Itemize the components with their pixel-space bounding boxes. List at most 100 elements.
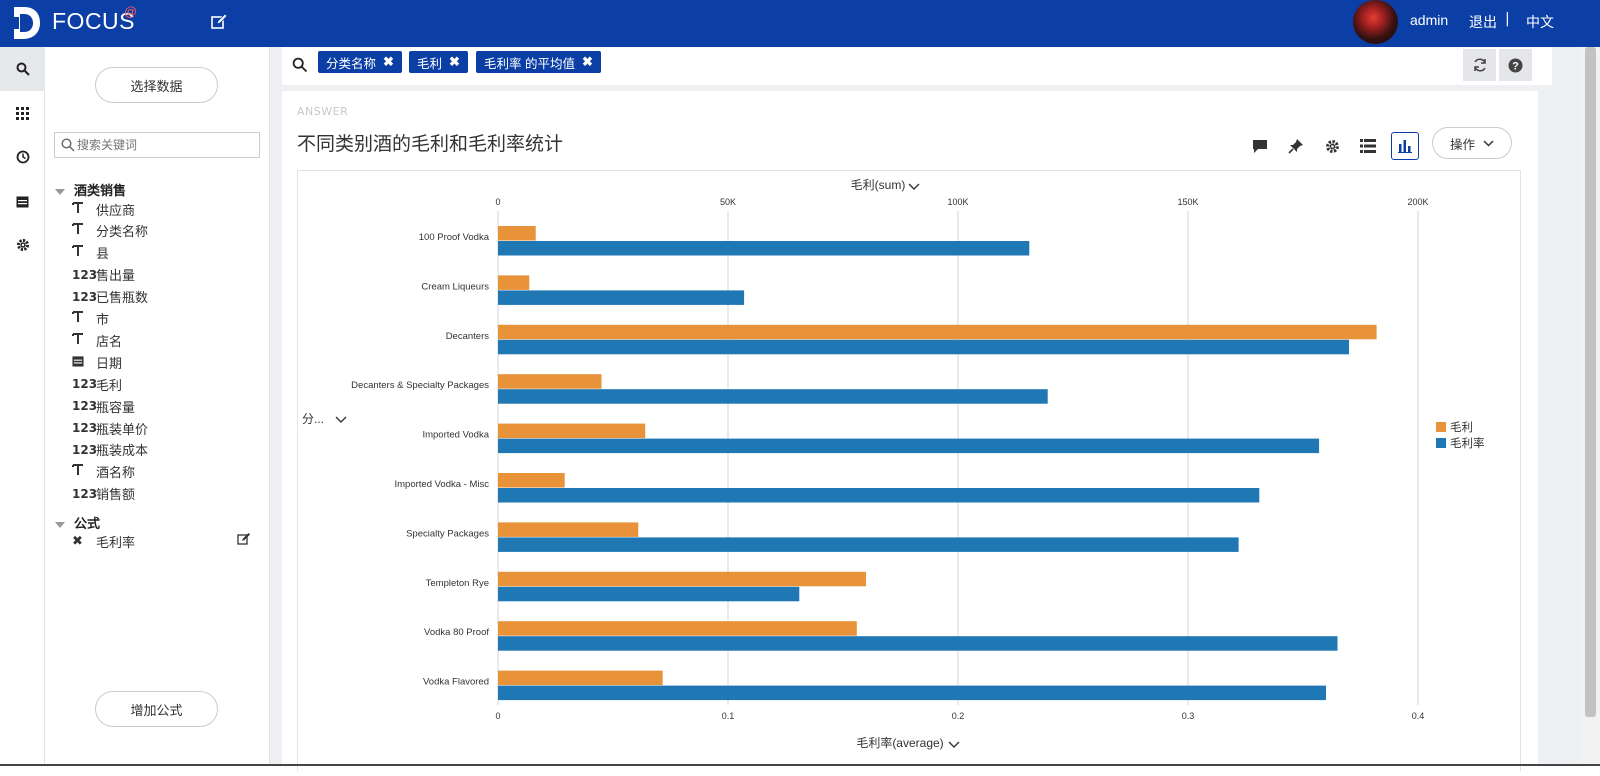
answer-card: ANSWER 不同类别酒的毛利和毛利率统计 操作 0 50K 100K 150K 200… [282,91,1538,771]
table-view-button[interactable] [1355,133,1381,159]
scrollbar-thumb[interactable] [1585,47,1596,717]
category-label: Decanters & Specialty Packages [351,380,489,391]
text-type-icon [72,332,96,348]
edit-icon[interactable] [237,532,251,546]
answer-label: ANSWER [297,105,349,118]
nav-apps[interactable] [0,91,45,135]
query-chip-category[interactable]: 分类名称 ✖ [318,51,402,73]
sidebar-field-item[interactable]: 分类名称 [72,221,148,241]
add-formula-button[interactable]: 增加公式 [95,691,218,727]
calendar-icon [72,355,96,370]
pin-button[interactable] [1283,133,1309,159]
table-group-header[interactable]: 酒类销售 [55,180,126,199]
chevron-down-icon [948,741,960,748]
table-name: 酒类销售 [74,184,127,199]
select-data-button[interactable]: 选择数据 [95,67,218,103]
sidebar-field-item[interactable]: 123 瓶容量 [72,396,135,416]
field-label: 售出量 [96,269,136,285]
operations-dropdown[interactable]: 操作 [1432,127,1512,159]
chip-close-icon[interactable]: ✖ [582,54,593,70]
bottom-axis-tick-label: 0.1 [722,711,735,721]
formula-item[interactable]: ✖ 毛利率 [72,531,135,551]
nav-settings[interactable] [0,223,45,267]
data-sidebar: 选择数据 酒类销售 供应商分类名称县123售出量123已售瓶数市店名日期123毛… [45,47,270,766]
sidebar-field-item[interactable]: 123 瓶装成本 [72,440,148,460]
field-label: 瓶装单价 [96,422,149,438]
legend-swatch [1436,422,1446,432]
focus-logo-icon[interactable] [10,5,42,41]
query-chip-margin-avg[interactable]: 毛利率 的平均值 ✖ [476,51,601,73]
bar-profit [498,522,639,537]
help-icon: ? [1508,58,1523,72]
field-search[interactable] [54,132,260,158]
sidebar-field-item[interactable]: 县 [72,243,109,263]
sidebar-field-item[interactable]: 日期 [72,352,122,372]
sidebar-field-item[interactable]: 123 瓶装单价 [72,418,148,438]
chart-container: 0 50K 100K 150K 200K 0 0.1 0.2 0.3 0.4 100 Proof V… [297,170,1521,771]
bottom-axis-tick-label: 0.3 [1182,711,1195,721]
bar-chart-icon [1398,140,1412,153]
chart-settings-button[interactable] [1319,133,1345,159]
query-chip-profit[interactable]: 毛利 ✖ [409,51,468,73]
chip-close-icon[interactable]: ✖ [383,54,394,70]
category-label: 100 Proof Vodka [419,232,490,243]
user-avatar[interactable] [1353,0,1398,44]
logout-link[interactable]: 退出 [1469,12,1497,32]
bar-profit [498,275,530,290]
sidebar-field-item[interactable]: 店名 [72,330,122,350]
sidebar-field-item[interactable]: 123 售出量 [72,265,135,285]
page-scrollbar[interactable] [1581,47,1600,766]
brand-name: FOCUS [52,8,135,34]
number-type-icon: 123 [72,421,98,435]
bar-margin [498,636,1338,651]
chart-view-button[interactable] [1391,132,1419,160]
sidebar-field-item[interactable]: 酒名称 [72,462,135,482]
bottom-axis-tick-label: 0.2 [952,711,965,721]
top-axis-tick-label: 150K [1177,197,1198,207]
bar-profit [498,226,536,241]
language-switch[interactable]: 中文 [1526,12,1554,32]
refresh-button[interactable] [1463,49,1496,81]
number-type-icon: 123 [72,289,98,304]
chip-label: 分类名称 [326,56,377,71]
field-label: 销售额 [96,488,136,504]
bar-profit [498,621,857,636]
comment-button[interactable] [1247,133,1273,159]
icon-nav-bar [0,47,45,766]
help-button[interactable]: ? [1499,49,1532,81]
formula-group-header[interactable]: 公式 [55,513,100,532]
bottom-axis-title: 毛利率(average) [856,735,943,750]
text-type-icon [72,245,96,260]
nav-history[interactable] [0,135,45,179]
legend-label: 毛利 [1450,421,1473,434]
bar-profit [498,423,646,439]
search-icon [292,57,308,73]
bar-profit [498,571,866,587]
sidebar-field-item[interactable]: 123 毛利 [72,374,122,394]
chevron-down-icon [908,183,920,190]
edit-icon[interactable] [210,13,228,31]
field-search-input[interactable] [77,136,257,154]
sidebar-field-item[interactable]: 市 [72,309,109,329]
chip-close-icon[interactable]: ✖ [449,54,460,70]
nav-search[interactable] [0,47,45,91]
bar-margin [498,389,1048,404]
y-axis-title: 分... [302,412,324,426]
sidebar-field-item[interactable]: 123 已售瓶数 [72,287,148,307]
sidebar-field-item[interactable]: 供应商 [72,199,135,219]
username-link[interactable]: admin [1410,12,1448,28]
main-area: 分类名称 ✖ 毛利 ✖ 毛利率 的平均值 ✖ ? ANSWER 不同类别酒的毛利和毛利… [270,47,1600,771]
text-type-icon [72,201,96,217]
answer-title: 不同类别酒的毛利和毛利率统计 [297,133,564,155]
formula-label: 毛利率 [96,535,136,551]
sidebar-field-item[interactable]: 123 销售额 [72,484,135,504]
bar-margin [498,537,1239,552]
nav-calendar[interactable] [0,179,45,223]
search-icon [61,138,75,152]
chevron-down-icon [1483,139,1494,147]
field-label: 日期 [96,356,123,372]
field-label: 店名 [96,334,123,350]
bar-margin [498,685,1326,701]
category-label: Vodka Flavored [423,677,489,688]
field-label: 已售瓶数 [96,291,149,307]
